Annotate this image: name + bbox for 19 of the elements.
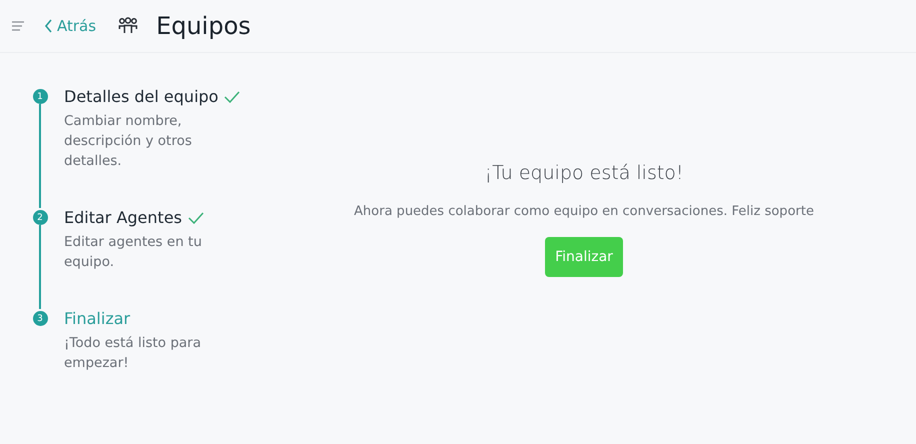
step-description: ¡Todo está listo para empezar!: [64, 334, 202, 373]
finish-button[interactable]: Finalizar: [545, 237, 623, 277]
check-icon: [188, 212, 204, 224]
success-message: Ahora puedes colaborar como equipo en conversaciones. Feliz soporte: [354, 204, 814, 219]
menu-icon[interactable]: [12, 21, 24, 31]
back-link[interactable]: Atrás: [44, 17, 96, 35]
page-title: Equipos: [156, 12, 251, 40]
chevron-left-icon: [44, 19, 53, 33]
step-number: 3: [32, 311, 48, 326]
people-icon: [118, 17, 138, 35]
step-number: 2: [32, 210, 48, 225]
step-title[interactable]: Finalizar: [64, 309, 130, 329]
step-number: 1: [32, 89, 48, 104]
step-title[interactable]: Detalles del equipo: [64, 87, 218, 107]
success-heading: ¡Tu equipo está listo!: [484, 162, 684, 184]
step-description: Cambiar nombre, descripción y otros detalles.: [64, 112, 193, 171]
step-description: Editar agentes en tu equipo.: [64, 233, 203, 272]
check-icon: [224, 91, 240, 103]
step-title[interactable]: Editar Agentes: [64, 208, 182, 228]
